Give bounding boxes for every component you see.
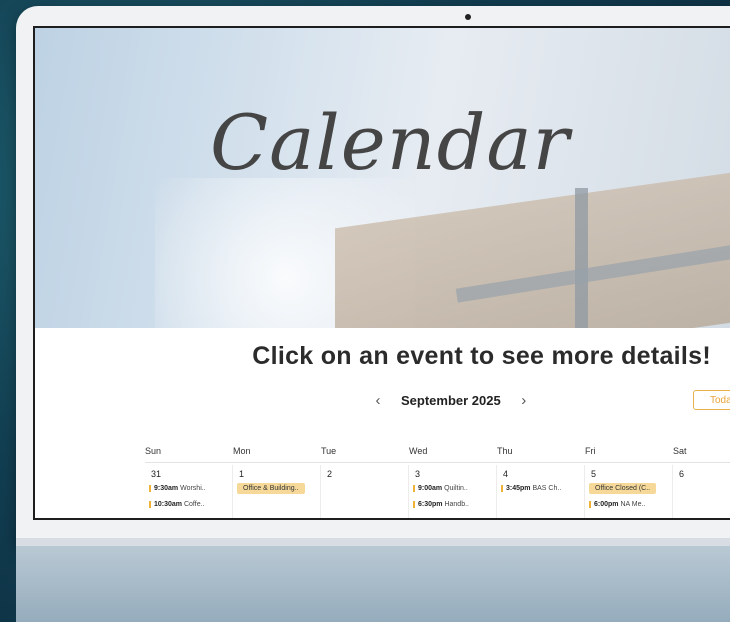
event-title: Office Closed (C.. xyxy=(595,485,651,492)
weekday-fri: Fri xyxy=(585,446,596,456)
event-title: NA Me.. xyxy=(620,501,646,508)
event-title: Coffe.. xyxy=(183,501,205,508)
prev-month-button[interactable]: ‹ xyxy=(369,392,387,409)
event-title: Office & Building.. xyxy=(243,485,299,492)
day-cell[interactable]: 5 Office Closed (C.. 6:00pm NA Me.. xyxy=(585,465,673,518)
calendar-event[interactable]: 6:00pm NA Me.. xyxy=(589,501,645,508)
event-title: Worshi.. xyxy=(180,485,206,492)
weekday-mon: Mon xyxy=(233,446,251,456)
day-cell[interactable]: 6 xyxy=(673,465,730,518)
calendar-event[interactable]: 9:30am Worshi.. xyxy=(149,485,206,492)
page-title: Calendar xyxy=(210,98,570,187)
calendar-event[interactable]: Office & Building.. xyxy=(237,483,305,494)
today-button[interactable]: Today xyxy=(693,390,730,410)
weekday-sun: Sun xyxy=(145,446,162,456)
day-cell[interactable]: 3 9:00am Quiltin.. 6:30pm Handb.. xyxy=(409,465,497,518)
calendar-event[interactable]: 6:30pm Handb.. xyxy=(413,501,469,508)
calendar-event[interactable]: 3:45pm BAS Ch.. xyxy=(501,485,561,492)
day-number: 6 xyxy=(679,469,685,479)
instruction-text: Click on an event to see more details! xyxy=(252,342,711,370)
day-number: 4 xyxy=(503,469,509,479)
calendar-event[interactable]: Office Closed (C.. xyxy=(589,483,657,494)
hero-banner: Calendar xyxy=(35,28,730,328)
current-month-label: September 2025 xyxy=(401,393,501,408)
next-month-button[interactable]: › xyxy=(515,392,533,409)
day-cell[interactable]: 31 9:30am Worshi.. 10:30am Coffe.. xyxy=(145,465,233,518)
event-title: BAS Ch.. xyxy=(532,485,562,492)
screen: Calendar Click on an event to see more d… xyxy=(33,26,730,520)
calendar-event[interactable]: 9:00am Quiltin.. xyxy=(413,485,468,492)
weekday-thu: Thu xyxy=(497,446,513,456)
event-title: Handb.. xyxy=(444,501,469,508)
cross-vertical-image xyxy=(575,188,588,328)
event-time: 9:00am xyxy=(418,485,443,492)
weekday-wed: Wed xyxy=(409,446,428,456)
day-number: 1 xyxy=(239,469,245,479)
day-number: 31 xyxy=(151,469,162,479)
weekday-tue: Tue xyxy=(321,446,337,456)
day-number: 5 xyxy=(591,469,597,479)
event-time: 6:30pm xyxy=(418,501,443,508)
event-time: 10:30am xyxy=(154,501,183,508)
day-cell[interactable]: 2 xyxy=(321,465,409,518)
event-time: 3:45pm xyxy=(506,485,531,492)
monitor-chin xyxy=(16,546,730,622)
event-time: 6:00pm xyxy=(594,501,619,508)
event-time: 9:30am xyxy=(154,485,179,492)
event-title: Quiltin.. xyxy=(444,485,468,492)
instruction-heading: Click on an event to see more details! xyxy=(35,342,711,371)
day-cell[interactable]: 4 3:45pm BAS Ch.. xyxy=(497,465,585,518)
weekday-sat: Sat xyxy=(673,446,687,456)
day-cell[interactable]: 1 Office & Building.. xyxy=(233,465,321,518)
calendar-event[interactable]: 10:30am Coffe.. xyxy=(149,501,204,508)
day-number: 2 xyxy=(327,469,333,479)
month-navigation: ‹ September 2025 › xyxy=(369,392,533,409)
calendar-grid-line xyxy=(145,462,730,463)
day-number: 3 xyxy=(415,469,421,479)
webcam-dot xyxy=(465,14,471,20)
